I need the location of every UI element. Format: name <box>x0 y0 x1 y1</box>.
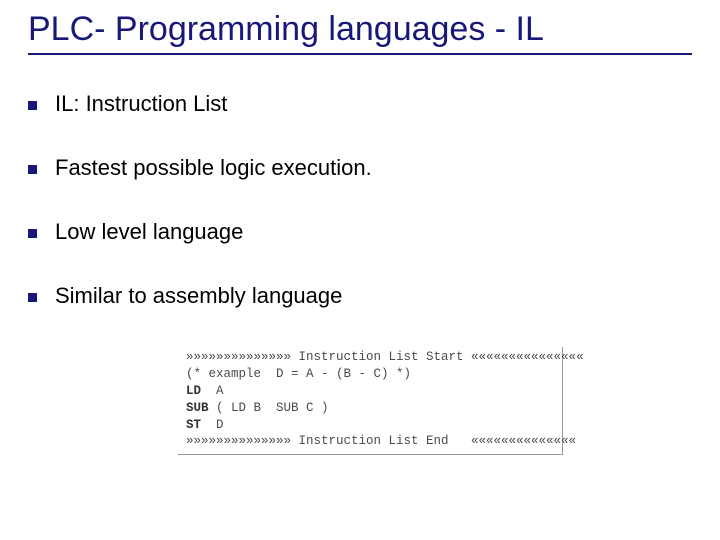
bullet-icon <box>28 293 37 302</box>
bullet-icon <box>28 229 37 238</box>
code-line: »»»»»»»»»»»»»» Instruction List Start ««… <box>186 350 584 364</box>
slide: PLC- Programming languages - IL IL: Inst… <box>0 0 720 455</box>
list-item: Fastest possible logic execution. <box>28 155 692 181</box>
code-rest: A <box>201 384 224 398</box>
bullet-icon <box>28 101 37 110</box>
code-keyword: LD <box>186 384 201 398</box>
bullet-icon <box>28 165 37 174</box>
code-rest: ( LD B SUB C ) <box>209 401 329 415</box>
bullet-list: IL: Instruction List Fastest possible lo… <box>28 91 692 309</box>
bullet-text: Low level language <box>55 219 243 245</box>
list-item: IL: Instruction List <box>28 91 692 117</box>
code-line: (* example D = A - (B - C) *) <box>186 367 411 381</box>
code-rest: D <box>201 418 224 432</box>
code-sample: »»»»»»»»»»»»»» Instruction List Start ««… <box>178 347 562 454</box>
bullet-text: Similar to assembly language <box>55 283 342 309</box>
code-line: »»»»»»»»»»»»»» Instruction List End ««««… <box>186 434 576 448</box>
bullet-text: IL: Instruction List <box>55 91 227 117</box>
code-keyword: SUB <box>186 401 209 415</box>
code-keyword: ST <box>186 418 201 432</box>
list-item: Low level language <box>28 219 692 245</box>
code-sample-box: »»»»»»»»»»»»»» Instruction List Start ««… <box>178 347 563 455</box>
slide-title: PLC- Programming languages - IL <box>28 10 692 55</box>
bullet-text: Fastest possible logic execution. <box>55 155 372 181</box>
list-item: Similar to assembly language <box>28 283 692 309</box>
